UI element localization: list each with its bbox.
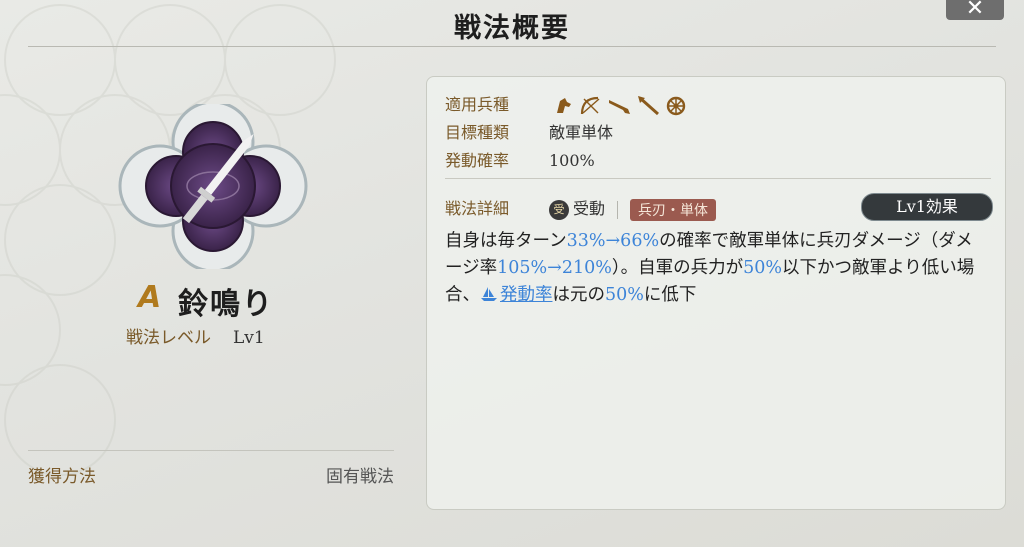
gun-icon bbox=[609, 99, 631, 114]
target-value: 敵軍単体 bbox=[549, 123, 614, 142]
rate-row: 発動確率 100% bbox=[445, 147, 595, 171]
header: 戦法概要 ✕ bbox=[0, 0, 1024, 48]
desc-text-6: に低下 bbox=[643, 285, 697, 305]
target-row: 目標種類 敵軍単体 bbox=[445, 119, 613, 143]
skill-description: 自身は毎ターン33%→66%の確率で敵軍単体に兵刃ダメージ（ダメージ率105%→… bbox=[445, 228, 985, 309]
page-title: 戦法概要 bbox=[454, 13, 570, 44]
activation-rate-link[interactable]: 発動率 bbox=[500, 285, 553, 305]
header-divider bbox=[28, 46, 996, 47]
left-divider bbox=[28, 450, 394, 451]
rate-value: 100% bbox=[549, 151, 595, 170]
skill-name: 鈴鳴り bbox=[178, 287, 274, 322]
skill-level-row: 戦法レベル Lv1 bbox=[126, 323, 265, 348]
bow-icon bbox=[580, 96, 600, 114]
spear-icon bbox=[638, 95, 660, 115]
skill-type-tag: 兵刃・単体 bbox=[630, 198, 717, 221]
detail-row: 戦法詳細 受受動 兵刃・単体 bbox=[445, 195, 717, 221]
troop-label: 適用兵種 bbox=[445, 95, 510, 114]
wheel-icon bbox=[666, 96, 686, 115]
dagger-icon bbox=[118, 104, 308, 269]
desc-text-5: は元の bbox=[552, 285, 606, 305]
acquisition-label: 獲得方法 bbox=[28, 467, 96, 487]
desc-highlight-1: 33%→66% bbox=[566, 231, 660, 251]
ship-icon bbox=[481, 287, 497, 301]
desc-text-1: 自身は毎ターン bbox=[445, 231, 567, 251]
detail-label: 戦法詳細 bbox=[445, 199, 510, 218]
desc-highlight-3: 50% bbox=[743, 258, 783, 278]
passive-label: 受動 bbox=[573, 199, 606, 218]
skill-level-label: 戦法レベル bbox=[126, 328, 211, 348]
passive-icon: 受 bbox=[549, 199, 569, 220]
troop-row: 適用兵種 bbox=[445, 91, 686, 116]
rate-label: 発動確率 bbox=[445, 151, 510, 170]
panel-divider bbox=[445, 178, 991, 179]
target-label: 目標種類 bbox=[445, 123, 510, 142]
skill-info-panel: 適用兵種 目標種類 敵軍単体 発動確率 100% 戦法詳細 受受動 兵刃・単体 Lv1効… bbox=[426, 76, 1006, 510]
close-button[interactable]: ✕ bbox=[946, 0, 1004, 20]
level-effect-button[interactable]: Lv1効果 bbox=[861, 193, 993, 221]
skill-level-value: Lv1 bbox=[233, 328, 265, 348]
cavalry-icon bbox=[557, 97, 572, 113]
desc-highlight-2: 105%→210% bbox=[497, 258, 612, 278]
acquisition-value: 固有戦法 bbox=[326, 467, 394, 487]
desc-text-3: ）。自軍の兵力が bbox=[611, 258, 744, 278]
detail-separator bbox=[617, 200, 619, 219]
desc-highlight-4: 50% bbox=[605, 285, 644, 305]
skill-grade: A bbox=[138, 280, 162, 315]
